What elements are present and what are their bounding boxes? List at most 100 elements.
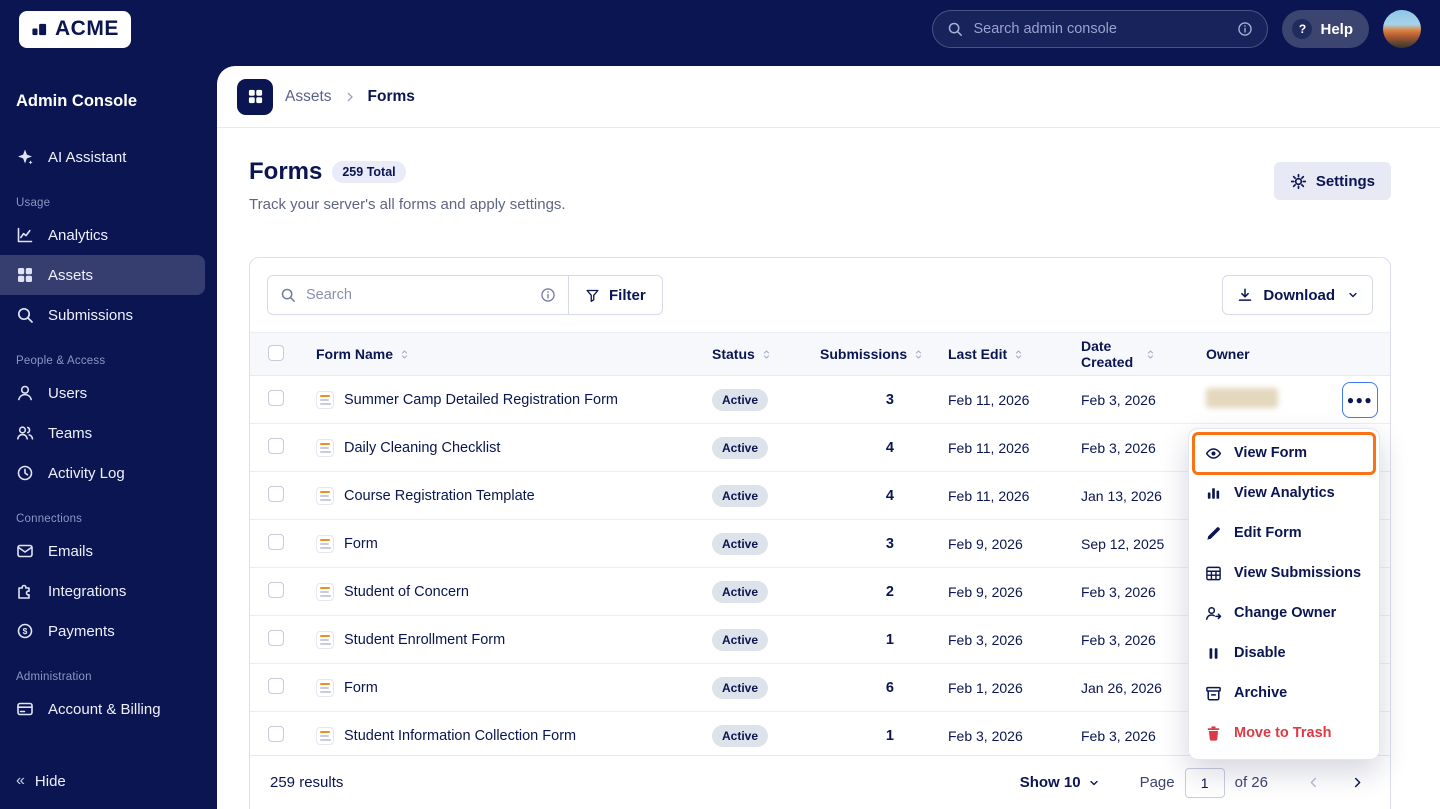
last-edit: Feb 3, 2026 bbox=[948, 727, 1023, 744]
clock-icon bbox=[16, 464, 34, 482]
menu-item-move-to-trash[interactable]: Move to Trash bbox=[1189, 713, 1379, 753]
status-badge: Active bbox=[712, 676, 769, 699]
sidebar-section-people: People & Access bbox=[16, 355, 106, 367]
last-edit: Feb 9, 2026 bbox=[948, 535, 1023, 552]
sidebar-item-integrations[interactable]: Integrations bbox=[0, 571, 205, 611]
form-icon bbox=[316, 438, 334, 457]
row-checkbox[interactable] bbox=[268, 437, 284, 454]
info-icon[interactable] bbox=[1237, 21, 1253, 37]
menu-item-change-owner[interactable]: Change Owner bbox=[1189, 593, 1379, 633]
sidebar-item-assets[interactable]: Assets bbox=[0, 255, 205, 295]
submissions-count: 3 bbox=[885, 391, 894, 408]
sidebar-item-analytics[interactable]: Analytics bbox=[0, 215, 205, 255]
col-date-created[interactable]: Date Created bbox=[1063, 338, 1188, 370]
row-checkbox[interactable] bbox=[268, 629, 284, 646]
grid-icon bbox=[16, 266, 34, 284]
sidebar-item-activity-log[interactable]: Activity Log bbox=[0, 453, 205, 493]
form-name: Summer Camp Detailed Registration Form bbox=[344, 391, 618, 408]
select-all-checkbox[interactable] bbox=[268, 344, 284, 361]
menu-item-archive[interactable]: Archive bbox=[1189, 673, 1379, 713]
page-size-select[interactable]: Show 10 bbox=[1020, 774, 1100, 791]
row-checkbox[interactable] bbox=[268, 485, 284, 502]
col-form-name[interactable]: Form Name bbox=[298, 346, 712, 362]
col-status[interactable]: Status bbox=[712, 346, 820, 362]
chevron-left-icon bbox=[1307, 776, 1320, 789]
submissions-count: 6 bbox=[885, 679, 894, 696]
last-edit: Feb 11, 2026 bbox=[948, 487, 1030, 504]
sidebar-item-submissions[interactable]: Submissions bbox=[0, 295, 205, 335]
page-header: Forms 259 Total Track your server's all … bbox=[217, 128, 1440, 213]
col-submissions[interactable]: Submissions bbox=[820, 346, 930, 362]
form-name: Form bbox=[344, 535, 378, 552]
sidebar-item-teams[interactable]: Teams bbox=[0, 413, 205, 453]
table-search[interactable] bbox=[267, 275, 569, 315]
form-icon bbox=[316, 726, 334, 745]
sidebar-item-ai-assistant[interactable]: AI Assistant bbox=[0, 137, 205, 177]
col-last-edit[interactable]: Last Edit bbox=[930, 346, 1063, 362]
download-button[interactable]: Download bbox=[1222, 275, 1373, 315]
sidebar-item-emails[interactable]: Emails bbox=[0, 531, 205, 571]
payments-icon bbox=[16, 622, 34, 640]
sidebar-item-users[interactable]: Users bbox=[0, 373, 205, 413]
row-checkbox[interactable] bbox=[268, 677, 284, 694]
avatar[interactable] bbox=[1383, 10, 1421, 48]
puzzle-icon bbox=[16, 582, 34, 600]
acme-logo[interactable]: ACME bbox=[19, 10, 131, 48]
users-icon bbox=[16, 424, 34, 442]
form-icon bbox=[316, 678, 334, 697]
submissions-count: 1 bbox=[885, 631, 894, 648]
row-more-button[interactable]: ●●● bbox=[1342, 381, 1378, 418]
breadcrumb-assets[interactable]: Assets bbox=[285, 88, 332, 106]
date-created: Feb 3, 2026 bbox=[1081, 391, 1156, 408]
status-badge: Active bbox=[712, 388, 769, 411]
logo-icon bbox=[31, 21, 48, 38]
status-badge: Active bbox=[712, 628, 769, 651]
row-checkbox[interactable] bbox=[268, 725, 284, 742]
menu-item-view-analytics[interactable]: View Analytics bbox=[1189, 473, 1379, 513]
table-row[interactable]: Summer Camp Detailed Registration Form A… bbox=[250, 376, 1390, 424]
status-badge: Active bbox=[712, 484, 769, 507]
help-label: Help bbox=[1320, 20, 1353, 38]
menu-item-edit-form[interactable]: Edit Form bbox=[1189, 513, 1379, 553]
sidebar-hide-button[interactable]: « Hide bbox=[0, 761, 82, 801]
col-owner[interactable]: Owner bbox=[1188, 346, 1328, 362]
form-icon bbox=[316, 534, 334, 553]
table-search-input[interactable] bbox=[306, 287, 530, 303]
global-search-input[interactable] bbox=[973, 21, 1228, 37]
sort-icon bbox=[399, 347, 410, 362]
prev-page-button[interactable] bbox=[1298, 768, 1328, 798]
results-count: 259 results bbox=[270, 774, 344, 791]
sidebar-item-payments[interactable]: Payments bbox=[0, 611, 205, 651]
page-input[interactable] bbox=[1184, 767, 1225, 798]
search-icon bbox=[16, 306, 34, 324]
last-edit: Feb 11, 2026 bbox=[948, 391, 1030, 408]
chevron-right-icon bbox=[1351, 776, 1364, 789]
breadcrumb-forms: Forms bbox=[367, 87, 415, 105]
date-created: Feb 3, 2026 bbox=[1081, 631, 1156, 648]
next-page-button[interactable] bbox=[1342, 768, 1372, 798]
global-search[interactable] bbox=[932, 10, 1269, 48]
settings-button[interactable]: Settings bbox=[1273, 162, 1391, 200]
assets-icon bbox=[237, 78, 273, 115]
menu-item-disable[interactable]: Disable bbox=[1189, 633, 1379, 673]
status-badge: Active bbox=[712, 724, 769, 747]
pencil-icon bbox=[1205, 525, 1222, 542]
info-icon[interactable] bbox=[540, 287, 556, 303]
of-label: of 26 bbox=[1234, 774, 1268, 791]
form-name: Course Registration Template bbox=[344, 487, 535, 504]
menu-item-view-form[interactable]: View Form bbox=[1189, 433, 1379, 473]
row-checkbox[interactable] bbox=[268, 389, 284, 406]
help-button[interactable]: ? Help bbox=[1282, 10, 1369, 48]
archive-icon bbox=[1205, 685, 1222, 702]
row-checkbox[interactable] bbox=[268, 581, 284, 598]
submissions-count: 4 bbox=[885, 439, 894, 456]
menu-item-view-submissions[interactable]: View Submissions bbox=[1189, 553, 1379, 593]
owner-redacted bbox=[1206, 388, 1278, 408]
topbar: ACME ? Help bbox=[0, 0, 1440, 58]
sidebar-item-account-billing[interactable]: Account & Billing bbox=[0, 689, 205, 729]
form-name: Student of Concern bbox=[344, 583, 469, 600]
row-checkbox[interactable] bbox=[268, 533, 284, 550]
table-icon bbox=[1205, 565, 1222, 582]
form-icon bbox=[316, 582, 334, 601]
filter-button[interactable]: Filter bbox=[568, 275, 663, 315]
